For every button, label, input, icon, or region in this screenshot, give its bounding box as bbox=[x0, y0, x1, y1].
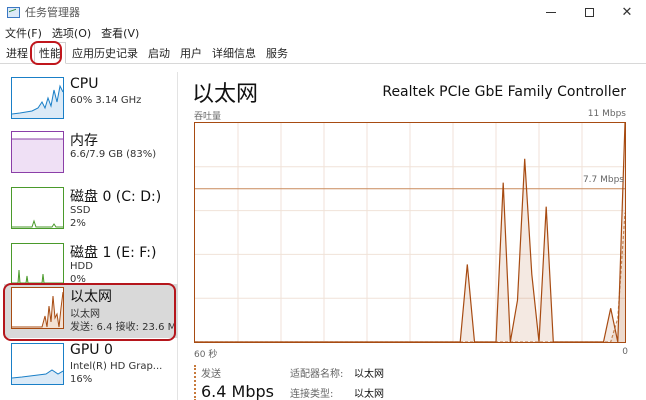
disk0-usage: 2% bbox=[70, 218, 86, 229]
sidebar-item-memory[interactable]: 内存 6.6/7.9 GB (83%) bbox=[4, 128, 178, 182]
highlight-ring-performance-tab bbox=[30, 41, 62, 65]
disk1-type: HDD bbox=[70, 261, 93, 272]
window-title: 任务管理器 bbox=[25, 6, 80, 19]
disk1-thumbnail-graph bbox=[11, 243, 64, 285]
cpu-title: CPU bbox=[70, 76, 99, 92]
gpu-name: Intel(R) HD Grap... bbox=[70, 361, 163, 372]
highlight-box-ethernet bbox=[3, 283, 176, 341]
title-bar: 任务管理器 ✕ bbox=[0, 0, 646, 24]
close-button[interactable]: ✕ bbox=[608, 0, 646, 24]
close-icon: ✕ bbox=[621, 4, 633, 20]
menu-options[interactable]: 选项(O) bbox=[47, 25, 96, 41]
cpu-usage: 60% 3.14 GHz bbox=[70, 95, 142, 106]
throughput-graph bbox=[194, 122, 626, 343]
memory-title: 内存 bbox=[70, 133, 98, 149]
disk0-thumbnail-graph bbox=[11, 187, 64, 229]
tab-details[interactable]: 详细信息 bbox=[208, 43, 260, 63]
ethernet-detail-panel: 以太网 Realtek PCIe GbE Family Controller 吞… bbox=[190, 72, 640, 400]
gpu-title: GPU 0 bbox=[70, 342, 113, 358]
tab-users[interactable]: 用户 bbox=[176, 43, 206, 63]
disk0-type: SSD bbox=[70, 205, 91, 216]
graph-max-label: 11 Mbps bbox=[587, 109, 626, 119]
throughput-chart-svg bbox=[195, 123, 625, 342]
minimize-icon bbox=[546, 11, 556, 13]
x-axis-start-label: 60 秒 bbox=[194, 350, 218, 360]
gpu-thumbnail-graph bbox=[11, 343, 64, 385]
tab-app-history[interactable]: 应用历史记录 bbox=[68, 43, 142, 63]
x-axis-end-label: 0 bbox=[622, 347, 628, 357]
prop-connection-type-key: 连接类型: bbox=[290, 389, 334, 400]
adapter-name: Realtek PCIe GbE Family Controller bbox=[382, 84, 626, 100]
task-manager-icon bbox=[7, 6, 20, 18]
sidebar-item-cpu[interactable]: CPU 60% 3.14 GHz bbox=[4, 74, 178, 128]
send-stat: 发送 6.4 Mbps bbox=[194, 365, 274, 400]
prop-adapter-name-value: 以太网 bbox=[354, 369, 384, 380]
tab-startup[interactable]: 启动 bbox=[144, 43, 174, 63]
performance-sidebar: CPU 60% 3.14 GHz 内存 6.6/7.9 GB (83%) 磁盘 … bbox=[0, 72, 178, 400]
sidebar-item-disk-0[interactable]: 磁盘 0 (C: D:) SSD 2% bbox=[4, 184, 178, 238]
tab-bar: 进程 性能 应用历史记录 启动 用户 详细信息 服务 bbox=[0, 42, 646, 64]
menu-bar: 文件(F) 选项(O) 查看(V) bbox=[0, 24, 144, 42]
page-title: 以太网 bbox=[192, 82, 259, 107]
menu-view[interactable]: 查看(V) bbox=[96, 25, 144, 41]
adapter-properties: 适配器名称: 以太网 连接类型: 以太网 bbox=[290, 365, 414, 400]
memory-thumbnail-graph bbox=[11, 131, 64, 173]
maximize-button[interactable] bbox=[570, 0, 608, 24]
maximize-icon bbox=[584, 7, 594, 17]
cpu-thumbnail-graph bbox=[11, 77, 64, 119]
menu-file[interactable]: 文件(F) bbox=[0, 25, 47, 41]
memory-usage: 6.6/7.9 GB (83%) bbox=[70, 149, 157, 160]
disk1-title: 磁盘 1 (E: F:) bbox=[70, 245, 157, 261]
window-controls: ✕ bbox=[532, 0, 646, 24]
minimize-button[interactable] bbox=[532, 0, 570, 24]
disk0-title: 磁盘 0 (C: D:) bbox=[70, 189, 162, 205]
prop-connection-type-value: 以太网 bbox=[354, 389, 384, 400]
sidebar-item-gpu[interactable]: GPU 0 Intel(R) HD Grap... 16% bbox=[4, 340, 178, 394]
prop-adapter-name-key: 适配器名称: bbox=[290, 369, 344, 380]
send-value: 6.4 Mbps bbox=[201, 382, 274, 400]
scale-line-label: 7.7 Mbps bbox=[582, 175, 624, 185]
send-label: 发送 bbox=[201, 369, 221, 380]
tab-processes[interactable]: 进程 bbox=[2, 43, 32, 63]
tab-services[interactable]: 服务 bbox=[262, 43, 292, 63]
gpu-usage: 16% bbox=[70, 374, 93, 385]
graph-label: 吞吐量 bbox=[194, 112, 222, 122]
